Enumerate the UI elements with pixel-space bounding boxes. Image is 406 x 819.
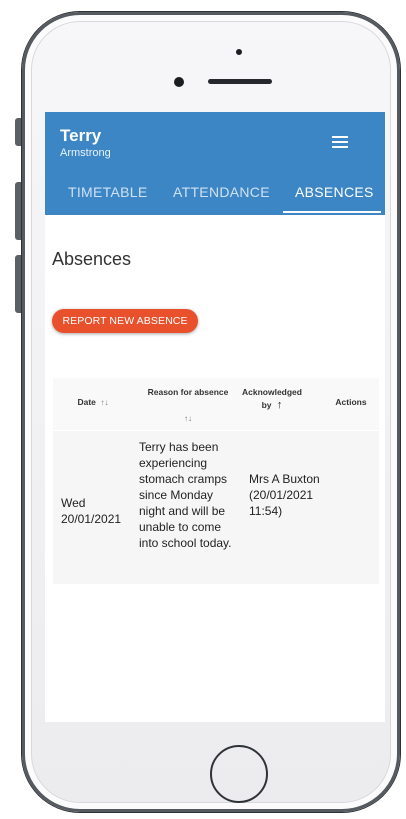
report-new-absence-button[interactable]: REPORT NEW ABSENCE xyxy=(52,309,198,333)
tab-timetable[interactable]: TIMETABLE xyxy=(68,184,147,200)
app-bar: Terry Armstrong TIMETABLE ATTENDANCE ABS… xyxy=(45,112,385,215)
column-header-date[interactable]: Date ↑↓ xyxy=(63,396,123,409)
table-row: Wed 20/01/2021 Terry has been experienci… xyxy=(53,431,379,584)
sort-ascending-icon[interactable]: ↑ xyxy=(274,399,283,411)
cell-acknowledged: Mrs A Buxton (20/01/2021 11:54) xyxy=(249,472,320,518)
active-tab-indicator xyxy=(283,211,381,213)
column-header-actions: Actions xyxy=(335,397,367,407)
table-header: Date ↑↓ Reason for absence ↑↓ Acknowledg… xyxy=(53,378,379,430)
hamburger-menu-icon[interactable] xyxy=(332,136,348,149)
tab-absences[interactable]: ABSENCES xyxy=(295,184,374,200)
cell-reason: Terry has been experiencing stomach cram… xyxy=(139,440,232,550)
earpiece-speaker xyxy=(208,79,272,84)
app-screen: Terry Armstrong TIMETABLE ATTENDANCE ABS… xyxy=(45,112,385,722)
sensor-dot xyxy=(236,49,242,55)
front-camera xyxy=(174,77,184,87)
tab-attendance[interactable]: ATTENDANCE xyxy=(173,184,270,200)
column-header-acknowledged[interactable]: Acknowledged by ↑ xyxy=(239,386,305,412)
tab-bar: TIMETABLE ATTENDANCE ABSENCES xyxy=(45,176,385,215)
sort-icon[interactable]: ↑↓ xyxy=(184,414,192,423)
user-last-name: Armstrong xyxy=(60,147,111,159)
home-button[interactable] xyxy=(210,745,268,803)
column-header-reason[interactable]: Reason for absence ↑↓ xyxy=(134,386,242,425)
page-title: Absences xyxy=(52,249,132,269)
cell-date: Wed 20/01/2021 xyxy=(61,496,122,526)
sort-icon[interactable]: ↑↓ xyxy=(98,398,109,407)
user-first-name: Terry xyxy=(60,126,102,145)
